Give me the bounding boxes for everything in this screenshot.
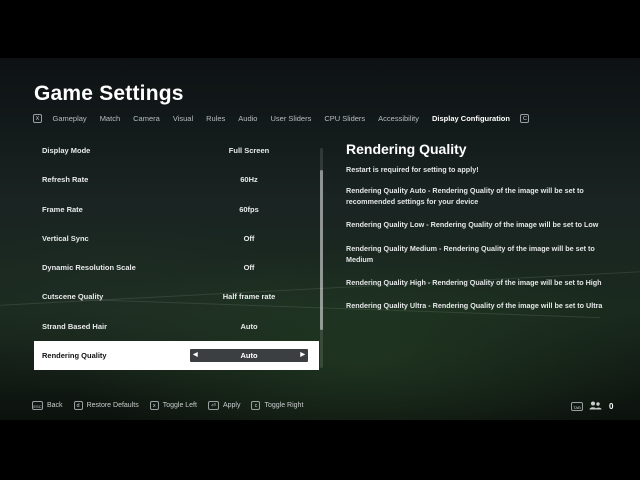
detail-paragraph: Rendering Quality Low - Rendering Qualit… bbox=[346, 220, 599, 230]
setting-rendering-quality[interactable]: Rendering Quality ◀ Auto ▶ bbox=[34, 341, 319, 371]
detail-paragraph: Rendering Quality Auto - Rendering Quali… bbox=[346, 186, 584, 206]
toggle-left-button[interactable]: x Toggle Left bbox=[149, 401, 197, 410]
detail-paragraph: Rendering Quality Medium - Rendering Qua… bbox=[346, 243, 595, 264]
rendering-quality-selector[interactable]: ◀ Auto ▶ bbox=[190, 349, 308, 363]
tab-rules[interactable]: Rules bbox=[206, 114, 225, 123]
footer-actions: ESC Back d Restore Defaults x Toggle Lef… bbox=[32, 401, 314, 410]
tab-cpu-sliders[interactable]: CPU Sliders bbox=[324, 114, 365, 123]
setting-cutscene-quality[interactable]: Cutscene Quality Half frame rate bbox=[34, 282, 319, 311]
detail-panel: Rendering Quality Restart is required fo… bbox=[346, 141, 611, 323]
arrow-right-icon[interactable]: ▶ bbox=[300, 349, 305, 362]
settings-list: Display Mode Full Screen Refresh Rate 60… bbox=[34, 136, 319, 371]
detail-paragraph: Rendering Quality High - Rendering Quali… bbox=[346, 277, 602, 287]
footer-right: TAB 0 bbox=[571, 401, 613, 412]
apply-button[interactable]: ⏎ Apply bbox=[207, 401, 241, 410]
setting-value: Half frame rate bbox=[222, 292, 276, 302]
arrow-left-icon[interactable]: ◀ bbox=[193, 349, 198, 362]
tab-camera[interactable]: Camera bbox=[133, 114, 160, 123]
tab-left-key[interactable]: X bbox=[33, 113, 42, 123]
enter-key-icon: ⏎ bbox=[207, 401, 219, 410]
tab-user-sliders[interactable]: User Sliders bbox=[270, 114, 311, 123]
setting-label: Cutscene Quality bbox=[42, 292, 104, 302]
x-key-icon: x bbox=[149, 401, 159, 410]
setting-label: Frame Rate bbox=[42, 204, 83, 214]
setting-strand-based-hair[interactable]: Strand Based Hair Auto bbox=[34, 312, 319, 341]
settings-scrollbar[interactable] bbox=[320, 148, 323, 368]
toggle-right-label: Toggle Right bbox=[264, 402, 304, 409]
toggle-right-button[interactable]: c Toggle Right bbox=[251, 401, 303, 410]
setting-value: Auto bbox=[240, 321, 258, 331]
esc-key-icon: ESC bbox=[32, 401, 43, 410]
setting-vertical-sync[interactable]: Vertical Sync Off bbox=[34, 224, 319, 253]
tab-accessibility[interactable]: Accessibility bbox=[378, 114, 419, 123]
setting-frame-rate[interactable]: Frame Rate 60fps bbox=[34, 195, 319, 224]
users-icon[interactable] bbox=[589, 401, 602, 412]
tab-visual[interactable]: Visual bbox=[173, 114, 193, 123]
restore-defaults-label: Restore Defaults bbox=[86, 402, 139, 409]
setting-value: Auto bbox=[240, 351, 258, 361]
tab-audio[interactable]: Audio bbox=[238, 114, 257, 123]
setting-display-mode[interactable]: Display Mode Full Screen bbox=[34, 136, 319, 165]
restore-defaults-button[interactable]: d Restore Defaults bbox=[73, 401, 139, 410]
detail-title: Rendering Quality bbox=[346, 141, 467, 157]
setting-label: Refresh Rate bbox=[42, 175, 89, 185]
tab-gameplay[interactable]: Gameplay bbox=[53, 114, 87, 123]
tab-right-key[interactable]: C bbox=[520, 113, 530, 123]
settings-tabs: X Gameplay Match Camera Visual Rules Aud… bbox=[33, 111, 530, 125]
apply-label: Apply bbox=[222, 402, 241, 409]
c-key-icon: c bbox=[251, 401, 261, 410]
toggle-left-label: Toggle Left bbox=[162, 402, 197, 409]
setting-value: 60Hz bbox=[240, 175, 258, 185]
d-key-icon: d bbox=[73, 401, 83, 410]
detail-paragraph: Restart is required for setting to apply… bbox=[346, 165, 479, 174]
setting-label: Rendering Quality bbox=[42, 351, 107, 361]
setting-label: Display Mode bbox=[42, 146, 91, 155]
setting-value: 60fps bbox=[239, 204, 259, 214]
tab-match[interactable]: Match bbox=[100, 114, 120, 123]
scrollbar-thumb[interactable] bbox=[320, 170, 323, 330]
page-title: Game Settings bbox=[34, 82, 184, 105]
tab-display-configuration[interactable]: Display Configuration bbox=[432, 114, 510, 123]
back-label: Back bbox=[47, 402, 63, 409]
setting-value: Off bbox=[243, 233, 255, 243]
setting-label: Strand Based Hair bbox=[42, 321, 108, 331]
setting-label: Vertical Sync bbox=[42, 233, 89, 243]
back-button[interactable]: ESC Back bbox=[32, 401, 63, 410]
detail-paragraph: Rendering Quality Ultra - Rendering Qual… bbox=[346, 301, 603, 311]
setting-refresh-rate[interactable]: Refresh Rate 60Hz bbox=[34, 165, 319, 194]
tab-key-icon[interactable]: TAB bbox=[571, 402, 583, 411]
user-count: 0 bbox=[609, 402, 614, 411]
setting-value: Off bbox=[243, 263, 255, 273]
screen: Game Settings X Gameplay Match Camera Vi… bbox=[0, 0, 640, 480]
setting-value: Full Screen bbox=[228, 146, 270, 155]
setting-label: Dynamic Resolution Scale bbox=[42, 263, 136, 273]
setting-dynamic-resolution-scale[interactable]: Dynamic Resolution Scale Off bbox=[34, 253, 319, 282]
